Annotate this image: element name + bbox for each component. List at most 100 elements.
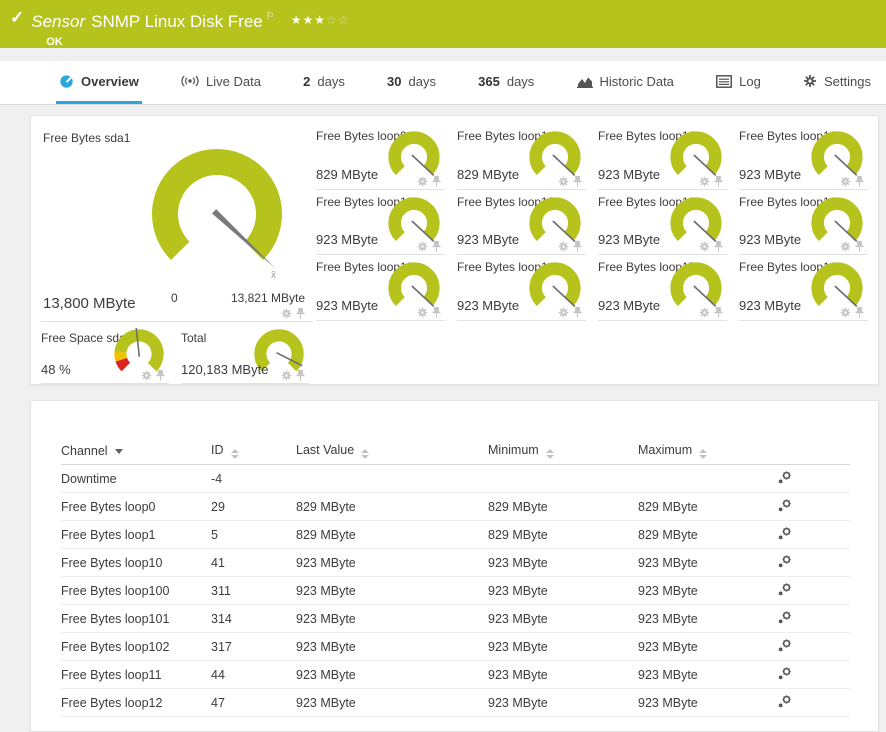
channel-settings-icon[interactable] — [778, 638, 792, 652]
gauge-gear-icon[interactable] — [840, 307, 851, 318]
tab-365-days[interactable]: 365days — [475, 61, 537, 104]
table-row-free-bytes-loop101[interactable]: Free Bytes loop101314923 MByte923 MByte9… — [61, 605, 850, 633]
gauge-panel-free-bytes-sda1[interactable]: Free Bytes sda1 x̄ 13,800 MByte 0 13,821… — [41, 124, 313, 322]
table-row-free-bytes-loop1[interactable]: Free Bytes loop15829 MByte829 MByte829 M… — [61, 521, 850, 549]
gauge-panel-free-bytes-loop15[interactable]: Free Bytes loop15923 MByte — [598, 255, 727, 321]
gauge-pin-icon[interactable] — [573, 307, 582, 318]
gauge-gear-icon[interactable] — [558, 176, 569, 187]
gauge-gear-icon[interactable] — [558, 307, 569, 318]
gauge-pin-icon[interactable] — [296, 308, 305, 319]
gauge-panel-free-bytes-loop16[interactable]: Free Bytes loop16923 MByte — [739, 255, 868, 321]
tab-settings[interactable]: Settings — [800, 61, 874, 104]
flag-icon[interactable]: ⚐ — [266, 11, 275, 22]
gauge-panel-free-bytes-loop100[interactable]: Free Bytes loop100923 MByte — [739, 124, 868, 190]
channel-settings-icon[interactable] — [778, 582, 792, 596]
gauge-pin-icon[interactable] — [573, 176, 582, 187]
column-header-maximum[interactable]: Maximum — [638, 443, 776, 459]
gauge-gear-icon[interactable] — [417, 176, 428, 187]
tab-label: Settings — [824, 74, 871, 89]
column-header-last-value[interactable]: Last Value — [296, 443, 488, 459]
gauge-gear-icon[interactable] — [840, 241, 851, 252]
gauge-actions — [417, 307, 441, 318]
cell-last-value: 923 MByte — [296, 640, 488, 654]
gauge-pin-icon[interactable] — [855, 176, 864, 187]
gauge-gear-icon[interactable] — [417, 307, 428, 318]
gauge-value: 829 MByte — [316, 167, 378, 182]
tab-number: 365 — [478, 74, 500, 89]
channel-settings-icon[interactable] — [778, 526, 792, 540]
gauge-pin-icon[interactable] — [714, 176, 723, 187]
table-row-free-bytes-loop11[interactable]: Free Bytes loop1144923 MByte923 MByte923… — [61, 661, 850, 689]
cell-id: 44 — [211, 668, 296, 682]
gauge-pin-icon[interactable] — [432, 241, 441, 252]
gauge-gear-icon[interactable] — [558, 241, 569, 252]
cell-id: 41 — [211, 556, 296, 570]
gauge-panel-free-space-sda1[interactable]: Free Space sda148 % — [41, 326, 169, 384]
gauge-pin-icon[interactable] — [573, 241, 582, 252]
gauge-value: 120,183 MByte — [181, 362, 268, 377]
channel-settings-icon[interactable] — [778, 554, 792, 568]
channel-settings-icon[interactable] — [778, 666, 792, 680]
table-row-free-bytes-loop0[interactable]: Free Bytes loop029829 MByte829 MByte829 … — [61, 493, 850, 521]
channel-settings-icon[interactable] — [778, 470, 792, 484]
column-header-channel[interactable]: Channel — [61, 444, 211, 458]
gauge-panel-free-bytes-loop12[interactable]: Free Bytes loop12923 MByte — [739, 190, 868, 256]
channel-settings-icon[interactable] — [778, 610, 792, 624]
gauge-gear-icon[interactable] — [699, 241, 710, 252]
gauge-panel-free-bytes-loop14[interactable]: Free Bytes loop14923 MByte — [457, 255, 586, 321]
gauge-pin-icon[interactable] — [855, 307, 864, 318]
tab-live-data[interactable]: Live Data — [178, 61, 264, 104]
gauge-actions — [840, 176, 864, 187]
gauge-gear-icon[interactable] — [141, 370, 152, 381]
star-icon: ★ — [303, 13, 315, 27]
gauge-gear-icon[interactable] — [840, 176, 851, 187]
cell-minimum: 829 MByte — [488, 500, 638, 514]
cell-maximum: 923 MByte — [638, 556, 776, 570]
table-row-free-bytes-loop100[interactable]: Free Bytes loop100311923 MByte923 MByte9… — [61, 577, 850, 605]
tab-2-days[interactable]: 2days — [300, 61, 348, 104]
tab-overview[interactable]: Overview — [56, 61, 142, 104]
gauge-panel-total[interactable]: Total120,183 MByte — [181, 326, 309, 384]
channels-table-body: Downtime-4Free Bytes loop029829 MByte829… — [61, 465, 850, 717]
table-row-free-bytes-loop10[interactable]: Free Bytes loop1041923 MByte923 MByte923… — [61, 549, 850, 577]
cell-channel: Downtime — [61, 472, 211, 486]
table-row-downtime[interactable]: Downtime-4 — [61, 465, 850, 493]
tab-label: days — [317, 74, 344, 89]
gauge-panel-free-bytes-loop0[interactable]: Free Bytes loop0829 MByte — [316, 124, 445, 190]
gauge-panel-free-bytes-loop102[interactable]: Free Bytes loop102923 MByte — [457, 190, 586, 256]
column-header-id[interactable]: ID — [211, 443, 296, 459]
tab-historic-data[interactable]: Historic Data — [574, 61, 677, 104]
gauge-pin-icon[interactable] — [156, 370, 165, 381]
priority-stars[interactable]: ★★★☆☆ — [291, 13, 350, 27]
cell-id: 29 — [211, 500, 296, 514]
gauge-actions — [699, 176, 723, 187]
gauge-panel-free-bytes-loop11[interactable]: Free Bytes loop11923 MByte — [598, 190, 727, 256]
gauge-gear-icon[interactable] — [281, 370, 292, 381]
channels-table-header: ChannelIDLast ValueMinimumMaximum — [61, 437, 850, 465]
gauge-panel-free-bytes-loop10[interactable]: Free Bytes loop10923 MByte — [598, 124, 727, 190]
table-row-free-bytes-loop12[interactable]: Free Bytes loop1247923 MByte923 MByte923… — [61, 689, 850, 717]
gauge-pin-icon[interactable] — [432, 307, 441, 318]
channel-settings-icon[interactable] — [778, 694, 792, 708]
gauge-panel-free-bytes-loop1[interactable]: Free Bytes loop1829 MByte — [457, 124, 586, 190]
gauge-panel-free-bytes-loop101[interactable]: Free Bytes loop101923 MByte — [316, 190, 445, 256]
gauge-panel-free-bytes-loop13[interactable]: Free Bytes loop13923 MByte — [316, 255, 445, 321]
column-header-minimum[interactable]: Minimum — [488, 443, 638, 459]
gauge-pin-icon[interactable] — [432, 176, 441, 187]
table-row-free-bytes-loop102[interactable]: Free Bytes loop102317923 MByte923 MByte9… — [61, 633, 850, 661]
cell-id: 311 — [211, 584, 296, 598]
tab-30-days[interactable]: 30days — [384, 61, 439, 104]
gauge-pin-icon[interactable] — [855, 241, 864, 252]
gauge-gear-icon[interactable] — [699, 176, 710, 187]
gauge-gear-icon[interactable] — [417, 241, 428, 252]
gauge-pin-icon[interactable] — [296, 370, 305, 381]
gauge-pin-icon[interactable] — [714, 307, 723, 318]
channel-settings-icon[interactable] — [778, 498, 792, 512]
gauge-gear-icon[interactable] — [281, 308, 292, 319]
gauge-pin-icon[interactable] — [714, 241, 723, 252]
tab-log[interactable]: Log — [713, 61, 764, 104]
cell-last-value: 923 MByte — [296, 696, 488, 710]
cell-last-value: 829 MByte — [296, 528, 488, 542]
sensor-header: ✓ SensorSNMP Linux Disk Free⚐★★★☆☆ OK — [0, 0, 886, 48]
gauge-gear-icon[interactable] — [699, 307, 710, 318]
